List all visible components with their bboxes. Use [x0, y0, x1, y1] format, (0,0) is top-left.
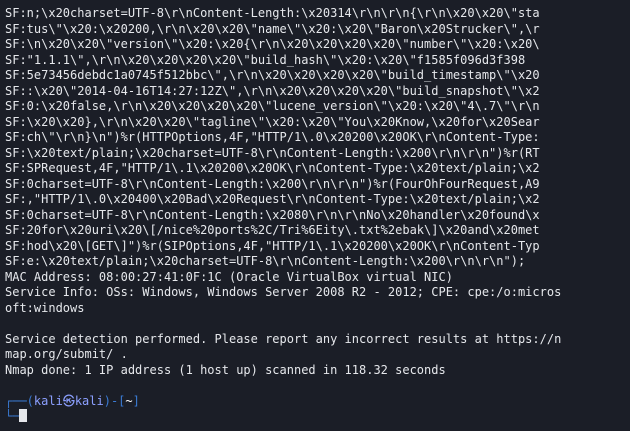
terminal-output-line: SF:SPRequest,4F,"HTTP/1\.1\x20200\x20OK\… [5, 161, 540, 175]
terminal-output-line: SF:0:\x20false,\r\n\x20\x20\x20\x20\"luc… [5, 99, 540, 113]
terminal-output-line: SF::\x20\"2014-04-16T14:27:12Z\",\r\n\x2… [5, 83, 540, 98]
terminal-output-line: Service detection performed. Please repo… [5, 331, 562, 346]
prompt-host: kali [74, 393, 104, 408]
terminal-output-line: SF:0charset=UTF-8\r\nContent-Length:\x20… [5, 176, 540, 191]
terminal-output-line: Nmap done: 1 IP address (1 host up) scan… [5, 362, 446, 377]
prompt-corner-bottom: └─ [5, 409, 20, 423]
terminal-output-line: SF:\x20text/plain;\x20charset=UTF-8\r\nC… [5, 145, 540, 160]
terminal-output-line: SF:"1.1.1\",\r\n\x20\x20\x20\x20\"build_… [5, 52, 526, 67]
terminal-output-line: SF:tus\"\x20:\x20200,\r\n\x20\x20\"name\… [5, 21, 540, 36]
terminal-output-line: SF:ch\"\r\n}\n")%r(HTTPOptions,4F,"HTTP/… [5, 130, 540, 144]
terminal-window[interactable]: SF:n;\x20charset=UTF-8\r\nContent-Length… [0, 0, 630, 431]
prompt-end: ] [132, 393, 140, 408]
terminal-output: SF:n;\x20charset=UTF-8\r\nContent-Length… [5, 6, 630, 378]
prompt-line-top: ┌──(kali㉿kali)-[~] [5, 394, 630, 410]
terminal-output-line: MAC Address: 08:00:27:41:0F:1C (Oracle V… [5, 269, 453, 284]
prompt-line-bottom[interactable]: └─ [5, 409, 630, 425]
prompt-at-symbol: ㉿ [62, 393, 75, 408]
terminal-output-line: SF:\x20\x20},\r\n\x20\x20\"tagline\"\x20… [5, 114, 540, 129]
terminal-output-line: SF:5e73456debdc1a0745f512bbc\",\r\n\x20\… [5, 68, 540, 82]
terminal-output-line: SF:hod\x20\[GET\]")%r(SIPOptions,4F,"HTT… [5, 238, 540, 253]
terminal-output-line: SF:0charset=UTF-8\r\nContent-Length:\x20… [5, 207, 540, 222]
terminal-output-line: oft:windows [5, 300, 85, 315]
terminal-output-line: SF:e:\x20text/plain;\x20charset=UTF-8\r\… [5, 254, 526, 268]
prompt-mid: )-[ [103, 393, 126, 408]
text-cursor[interactable] [19, 409, 28, 422]
prompt-cwd: ~ [125, 393, 133, 408]
prompt-corner-top: ┌──( [5, 393, 34, 408]
terminal-output-line: Service Info: OSs: Windows, Windows Serv… [5, 285, 562, 299]
terminal-output-line: SF:,"HTTP/1\.0\x20400\x20Bad\x20Request\… [5, 192, 540, 206]
terminal-output-line: SF:n;\x20charset=UTF-8\r\nContent-Length… [5, 6, 540, 20]
prompt-user: kali [33, 393, 63, 408]
terminal-output-line: map.org/submit/ . [5, 347, 128, 361]
terminal-output-line: SF:\n\x20\x20\"version\"\x20:\x20{\r\n\x… [5, 37, 540, 51]
terminal-output-line: SF:20for\x20uri\x20\[/nice%20ports%2C/Tr… [5, 223, 540, 237]
